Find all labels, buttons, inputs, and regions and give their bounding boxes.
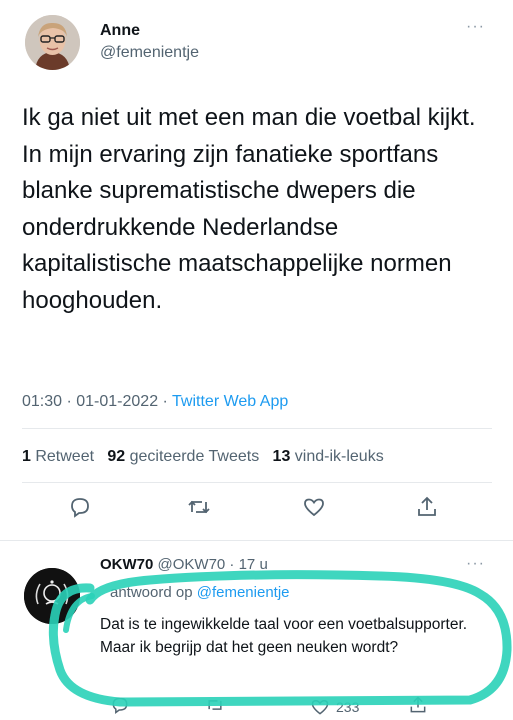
divider: [22, 482, 492, 483]
reply-reply-icon[interactable]: [110, 695, 130, 719]
share-icon[interactable]: [415, 495, 439, 519]
reply-more-options-icon[interactable]: ···: [466, 555, 485, 573]
reply-icon[interactable]: [68, 495, 92, 519]
reply-author-handle[interactable]: @OKW70 · 17 u: [158, 556, 268, 573]
replying-to-handle[interactable]: @femenientje: [197, 584, 290, 601]
divider: [0, 540, 513, 541]
author-handle[interactable]: @femenientje: [100, 44, 199, 62]
reply-avatar[interactable]: [24, 568, 80, 624]
reply-share-icon[interactable]: [408, 695, 428, 719]
reply-retweet-icon[interactable]: [205, 695, 225, 719]
tweet-meta: 01:30 · 01-01-2022 · Twitter Web App: [22, 393, 288, 411]
tweet-source[interactable]: Twitter Web App: [172, 393, 288, 410]
more-options-icon[interactable]: ···: [466, 18, 485, 36]
tweet-stats: 1 Retweet 92 geciteerde Tweets 13 vind-i…: [22, 448, 384, 466]
reply-author[interactable]: OKW70 @OKW70 · 17 u: [100, 556, 268, 573]
reply-like[interactable]: 233: [310, 695, 359, 719]
like-icon[interactable]: [302, 495, 326, 519]
reply-like-count: 233: [336, 699, 360, 715]
replying-to: antwoord op @femenientje: [110, 584, 290, 601]
likes-stat[interactable]: 13 vind-ik-leuks: [273, 448, 384, 465]
reply-like-icon: [311, 699, 329, 715]
quotes-stat[interactable]: 92 geciteerde Tweets: [107, 448, 259, 465]
reply-author-name[interactable]: OKW70: [100, 556, 153, 573]
tweet-timestamp[interactable]: 01:30 · 01-01-2022 ·: [22, 393, 172, 410]
author-name[interactable]: Anne: [100, 22, 140, 40]
retweet-icon[interactable]: [187, 495, 211, 519]
reply-text: Dat is te ingewikkelde taal voor een voe…: [100, 616, 468, 656]
replying-to-label: antwoord op: [110, 584, 197, 601]
main-tweet: Anne @femenientje ··· Ik ga niet uit met…: [0, 0, 513, 545]
author-avatar[interactable]: [25, 15, 80, 70]
retweets-stat[interactable]: 1 Retweet: [22, 448, 94, 465]
divider: [22, 428, 492, 429]
reply-tweet: OKW70 @OKW70 · 17 u ··· antwoord op @fem…: [0, 545, 513, 720]
tweet-text: Ik ga niet uit met een man die voetbal k…: [22, 104, 476, 314]
